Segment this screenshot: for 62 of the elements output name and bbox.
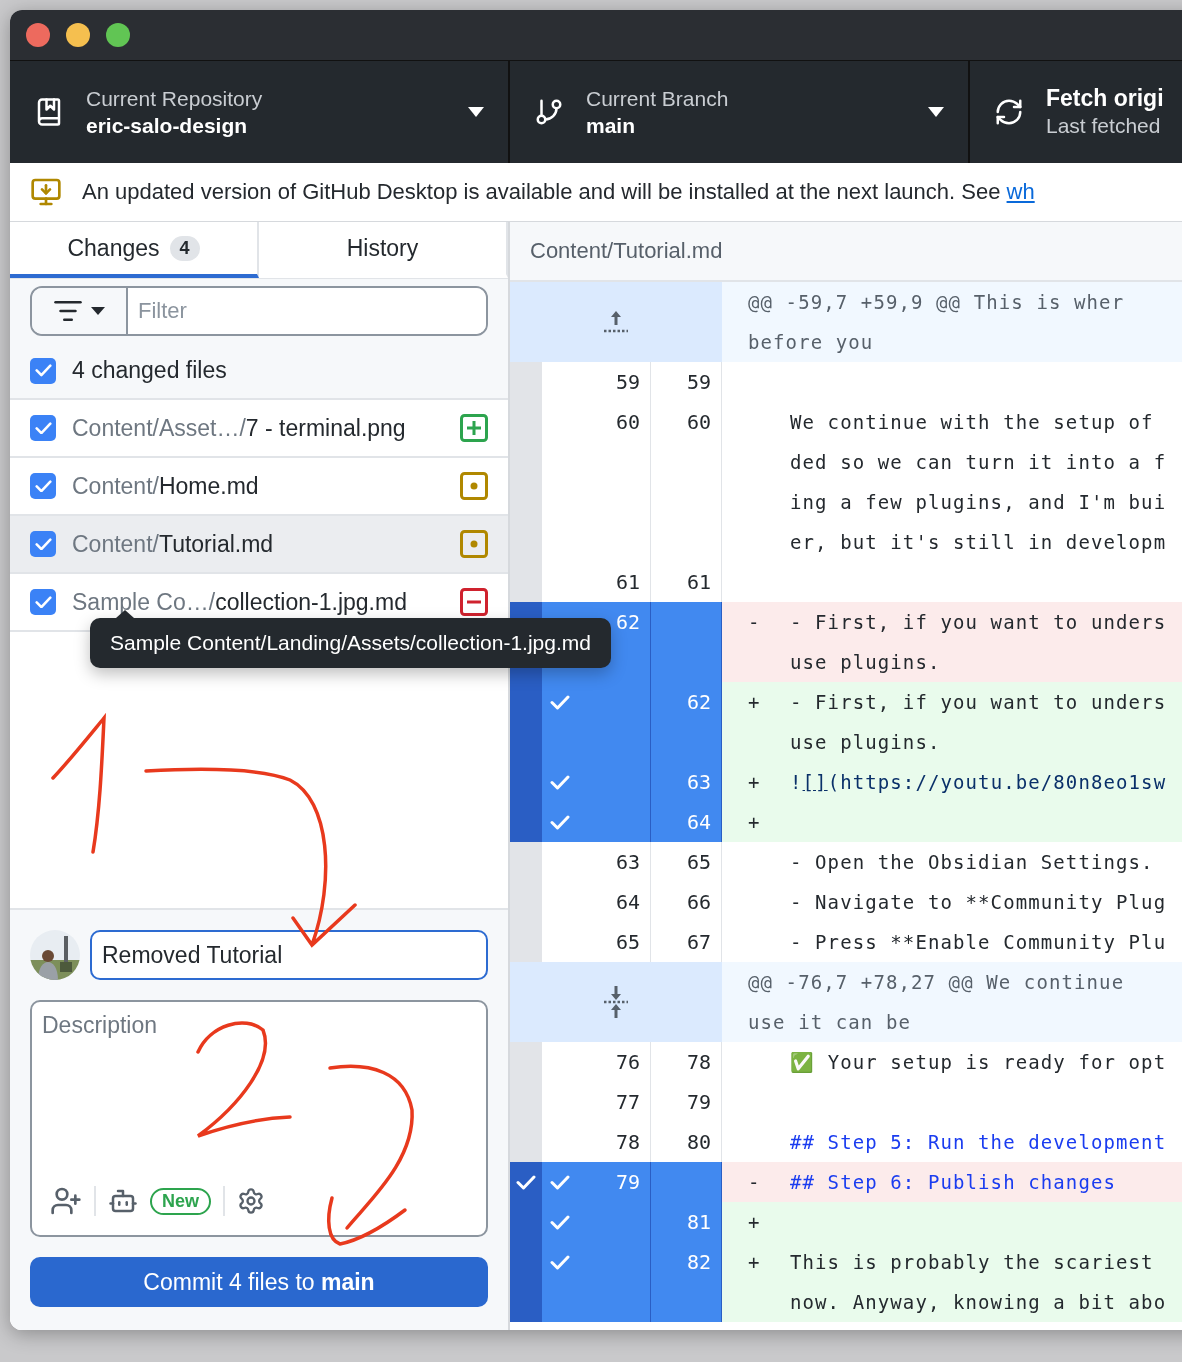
code-line: We continue with the setup of xyxy=(790,410,1155,435)
line-number: 62 xyxy=(615,609,640,636)
code-line: - First, if you want to unders xyxy=(790,690,1167,715)
code-line: - Navigate to **Community Plug xyxy=(790,890,1167,915)
line-number: 78 xyxy=(615,1129,640,1156)
hunk-header: @@ -76,7 +78,27 @@ We continue xyxy=(748,970,1125,995)
line-number: 79 xyxy=(686,1089,711,1116)
hunk-header: use it can be xyxy=(748,1010,912,1035)
code-line: ## Step 6: Publish changes xyxy=(790,1170,1116,1195)
file-path: Sample Co…/collection-1.jpg.md xyxy=(72,590,408,614)
line-number: 67 xyxy=(686,929,711,956)
code-line: ✅ Your setup is ready for opt xyxy=(790,1050,1167,1075)
line-number: 59 xyxy=(615,369,640,396)
code-line: ing a few plugins, and I'm bui xyxy=(790,490,1167,515)
line-number: 77 xyxy=(615,1089,640,1116)
file-path: Content/Asset…/7 - terminal.png xyxy=(72,416,407,440)
line-number: 82 xyxy=(686,1249,711,1276)
code-line: - Press **Enable Community Plu xyxy=(790,930,1167,955)
changed-files-count: 4 changed files xyxy=(72,357,227,384)
line-number: 78 xyxy=(686,1049,711,1076)
hunk-header: @@ -59,7 +59,9 @@ This is wher xyxy=(748,290,1125,315)
code-line: use plugins. xyxy=(790,730,942,755)
line-number: 80 xyxy=(686,1129,711,1156)
file-path: Content/Home.md xyxy=(72,474,260,498)
code-line: ded so we can turn it into a f xyxy=(790,450,1167,475)
diff-marker: + xyxy=(748,1251,760,1273)
new-badge: New xyxy=(150,1187,211,1215)
line-number: 63 xyxy=(615,849,640,876)
code-line: - Open the Obsidian Settings. xyxy=(790,850,1154,875)
line-number: 76 xyxy=(615,1049,640,1076)
line-number: 61 xyxy=(615,569,640,596)
line-number: 60 xyxy=(615,409,640,436)
diff-marker: + xyxy=(748,691,760,713)
line-number: 66 xyxy=(686,889,711,916)
line-number: 65 xyxy=(686,849,711,876)
line-number: 81 xyxy=(686,1209,711,1236)
hunk-header: before you xyxy=(748,330,875,355)
file-path: Content/Tutorial.md xyxy=(530,238,723,264)
code-line: use plugins. xyxy=(790,650,942,675)
line-number: 61 xyxy=(686,569,711,596)
diff-marker: + xyxy=(748,1211,760,1233)
count-badge: 4 xyxy=(169,235,200,261)
diff-marker: - xyxy=(748,611,760,633)
diff-marker: + xyxy=(748,771,760,793)
code-line: ![](https://youtu.be/80n8eo1sw xyxy=(790,770,1167,795)
file-path: Content/Tutorial.md xyxy=(72,532,275,556)
code-line: er, but it's still in developm xyxy=(790,530,1167,555)
code-line: - First, if you want to unders xyxy=(790,610,1167,635)
line-number: 64 xyxy=(686,809,711,836)
line-number: 64 xyxy=(615,889,640,916)
line-number: 65 xyxy=(615,929,640,956)
update-notice: An updated version of GitHub Desktop is available and will be installed at the next launch. See wh xyxy=(82,179,1035,205)
code-line: This is probably the scariest xyxy=(790,1250,1155,1275)
line-number: 59 xyxy=(686,369,711,396)
line-number: 60 xyxy=(686,409,711,436)
line-number: 63 xyxy=(686,769,711,796)
line-number: 62 xyxy=(686,689,711,716)
diff-marker: + xyxy=(748,811,760,833)
code-line: now. Anyway, knowing a bit abo xyxy=(790,1290,1167,1315)
line-number: 79 xyxy=(615,1169,640,1196)
code-line: ## Step 5: Run the development xyxy=(790,1130,1167,1155)
diff-marker: - xyxy=(748,1171,760,1193)
